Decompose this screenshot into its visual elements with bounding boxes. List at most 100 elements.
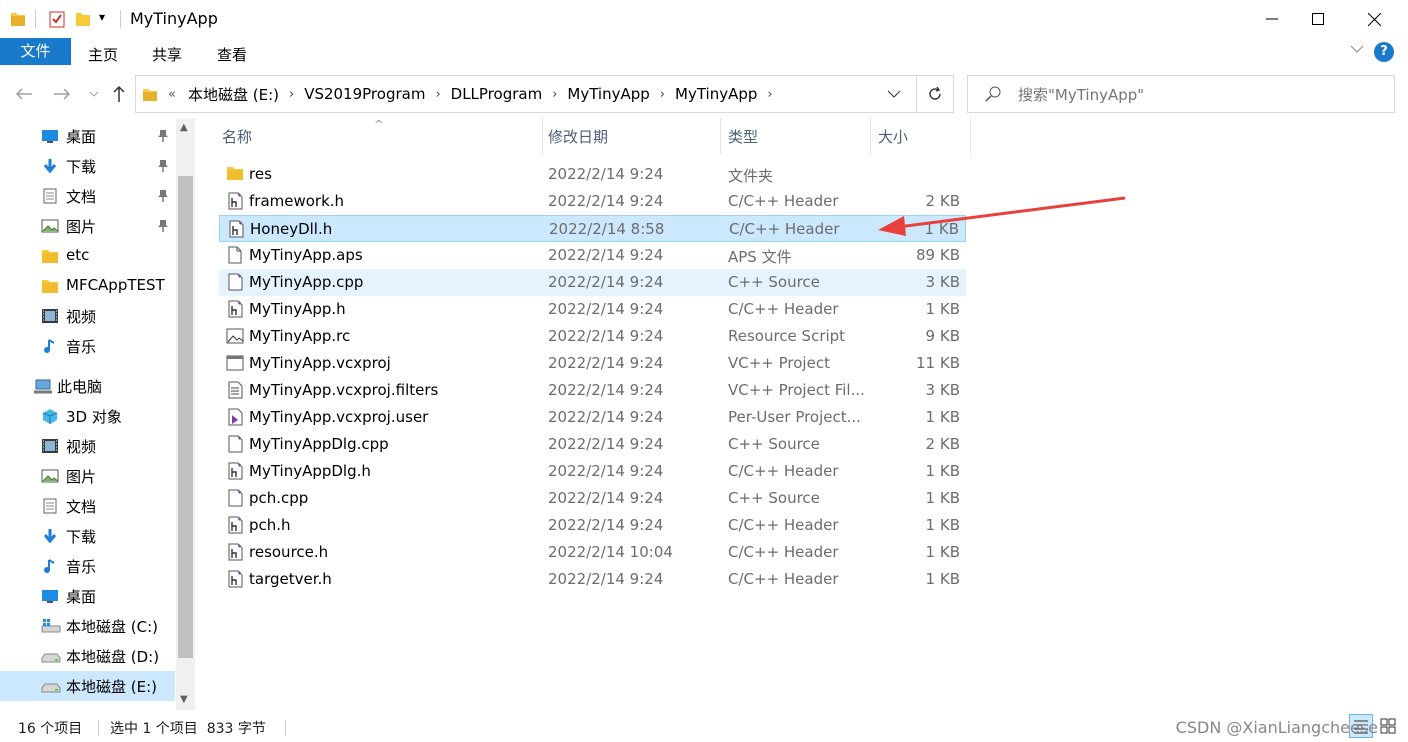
vs-user-file-icon <box>226 408 244 426</box>
tab-share[interactable]: 共享 <box>152 42 182 68</box>
file-name: HoneyDll.h <box>250 220 333 238</box>
column-header-type[interactable]: 类型 <box>728 118 758 156</box>
annotation-arrow <box>878 196 1126 236</box>
tab-file[interactable]: 文件 <box>0 38 71 65</box>
minimize-button[interactable] <box>1249 0 1295 38</box>
file-row[interactable]: MyTinyApp.h 2022/2/14 9:24 C/C++ Header 1 K… <box>219 296 966 323</box>
sidebar-item-this-pc[interactable]: 此电脑 <box>0 371 175 401</box>
new-folder-icon[interactable] <box>75 10 91 28</box>
file-row[interactable]: MyTinyApp.aps 2022/2/14 9:24 APS 文件 89 KB <box>219 242 966 269</box>
large-icons-view-button[interactable] <box>1377 714 1401 738</box>
file-row[interactable]: pch.h 2022/2/14 9:24 C/C++ Header 1 KB <box>219 512 966 539</box>
folder-icon <box>226 165 244 183</box>
chevron-down-icon[interactable] <box>887 84 901 104</box>
file-row[interactable]: MyTinyAppDlg.cpp 2022/2/14 9:24 C++ Source… <box>219 431 966 458</box>
sidebar-item[interactable]: 本地磁盘 (D:) <box>0 641 175 671</box>
search-box[interactable] <box>967 75 1395 114</box>
breadcrumb-separator-icon[interactable]: › <box>431 87 444 102</box>
scroll-thumb[interactable] <box>178 176 193 658</box>
recent-locations-button[interactable] <box>82 82 106 106</box>
project-file-icon <box>226 354 244 372</box>
breadcrumb-vs2019program[interactable]: VS2019Program <box>298 85 431 103</box>
column-divider[interactable] <box>870 118 871 154</box>
pin-icon[interactable] <box>157 219 169 237</box>
help-button[interactable]: ? <box>1374 42 1394 62</box>
pin-icon[interactable] <box>157 129 169 147</box>
scroll-down-icon[interactable]: ▼ <box>180 694 188 705</box>
column-divider[interactable] <box>542 118 543 154</box>
sidebar-item[interactable]: 3D 对象 <box>0 401 175 431</box>
sidebar-item[interactable]: 音乐 <box>0 331 175 361</box>
close-icon <box>1367 12 1381 26</box>
close-button[interactable] <box>1351 0 1397 38</box>
sidebar-item[interactable]: 下载 <box>0 151 175 181</box>
file-row[interactable]: pch.cpp 2022/2/14 9:24 C++ Source 1 KB <box>219 485 966 512</box>
breadcrumb-drive-e[interactable]: 本地磁盘 (E:) <box>182 84 285 105</box>
breadcrumb-mytinyapp[interactable]: MyTinyApp <box>561 85 655 103</box>
sidebar-item[interactable]: 文档 <box>0 491 175 521</box>
file-row[interactable]: MyTinyApp.vcxproj 2022/2/14 9:24 VC++ Proj… <box>219 350 966 377</box>
breadcrumb-overflow[interactable]: « <box>158 87 182 102</box>
sidebar-scrollbar[interactable]: ▲ ▼ <box>176 118 195 710</box>
sidebar-item[interactable]: MFCAppTEST <box>0 271 175 301</box>
sidebar-item[interactable]: 图片 <box>0 211 175 241</box>
tab-view[interactable]: 查看 <box>217 42 247 68</box>
refresh-button[interactable] <box>917 75 954 113</box>
file-type: C/C++ Header <box>728 543 839 561</box>
expand-ribbon-icon[interactable] <box>1350 44 1364 54</box>
file-row[interactable]: MyTinyAppDlg.h 2022/2/14 9:24 C/C++ Header… <box>219 458 966 485</box>
file-row[interactable]: HoneyDll.h 2022/2/14 8:58 C/C++ Header 1 KB <box>219 215 966 242</box>
breadcrumb-separator-icon[interactable]: › <box>548 87 561 102</box>
column-divider[interactable] <box>970 118 971 154</box>
address-bar[interactable]: « 本地磁盘 (E:) › VS2019Program › DLLProgram… <box>135 75 917 113</box>
pin-icon[interactable] <box>157 189 169 207</box>
file-row[interactable]: res 2022/2/14 9:24 文件夹 <box>219 161 966 188</box>
properties-icon[interactable] <box>48 10 66 28</box>
column-header-date[interactable]: 修改日期 <box>548 118 608 156</box>
quick-access-dropdown[interactable]: ▾ <box>99 10 105 24</box>
file-row[interactable]: targetver.h 2022/2/14 9:24 C/C++ Header 1 K… <box>219 566 966 593</box>
file-row[interactable]: MyTinyApp.cpp 2022/2/14 9:24 C++ Source 3 K… <box>219 269 966 296</box>
sidebar-item[interactable]: etc <box>0 241 175 271</box>
sidebar-item[interactable]: 文档 <box>0 181 175 211</box>
file-type: C/C++ Header <box>728 570 839 588</box>
sidebar-item[interactable]: 视频 <box>0 301 175 331</box>
file-row[interactable]: MyTinyApp.vcxproj.user 2022/2/14 9:24 Per-… <box>219 404 966 431</box>
file-row[interactable]: resource.h 2022/2/14 10:04 C/C++ Header 1 K… <box>219 539 966 566</box>
sidebar-item[interactable]: 本地磁盘 (E:) <box>0 671 175 701</box>
sidebar-item[interactable]: 图片 <box>0 461 175 491</box>
scroll-up-icon[interactable]: ▲ <box>180 122 188 133</box>
sidebar-item[interactable]: 本地磁盘 (C:) <box>0 611 175 641</box>
file-name: resource.h <box>249 543 329 561</box>
maximize-button[interactable] <box>1295 0 1341 38</box>
refresh-icon <box>929 86 941 100</box>
pin-icon[interactable] <box>157 159 169 177</box>
sidebar-item[interactable]: 桌面 <box>0 121 175 151</box>
sidebar-item[interactable]: 音乐 <box>0 551 175 581</box>
window-title: MyTinyApp <box>130 9 218 28</box>
breadcrumb-separator-icon[interactable]: › <box>656 87 669 102</box>
up-button[interactable] <box>107 82 131 106</box>
sidebar-item[interactable]: 桌面 <box>0 581 175 611</box>
file-row[interactable]: MyTinyApp.rc 2022/2/14 9:24 Resource Scrip… <box>219 323 966 350</box>
forward-button[interactable] <box>50 82 74 106</box>
column-divider[interactable] <box>720 118 721 154</box>
column-header-name[interactable]: 名称 <box>222 118 252 156</box>
picture-icon <box>41 468 59 484</box>
filters-file-icon <box>226 381 244 399</box>
sidebar-item[interactable]: 视频 <box>0 431 175 461</box>
sidebar-item[interactable]: 下载 <box>0 521 175 551</box>
breadcrumb-dllprogram[interactable]: DLLProgram <box>445 85 549 103</box>
breadcrumb-separator-icon[interactable]: › <box>285 87 298 102</box>
tab-home[interactable]: 主页 <box>88 42 118 68</box>
file-type: VC++ Project Fil... <box>728 381 865 399</box>
folder-icon <box>41 248 59 264</box>
breadcrumb-separator-icon[interactable]: › <box>763 87 776 102</box>
search-input[interactable] <box>1016 76 1390 114</box>
column-header-size[interactable]: 大小 <box>878 118 908 156</box>
header-file-icon <box>226 300 244 318</box>
breadcrumb-mytinyapp-current[interactable]: MyTinyApp <box>669 85 763 103</box>
file-row[interactable]: MyTinyApp.vcxproj.filters 2022/2/14 9:24 V… <box>219 377 966 404</box>
back-button[interactable] <box>12 82 36 106</box>
file-row[interactable]: framework.h 2022/2/14 9:24 C/C++ Header 2 K… <box>219 188 966 215</box>
